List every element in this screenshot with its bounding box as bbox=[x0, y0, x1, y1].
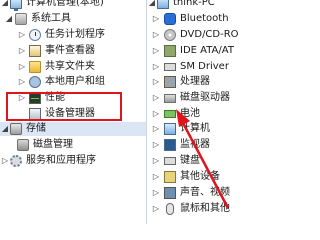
expand-toggle[interactable]: ▷ bbox=[151, 11, 161, 27]
tree-item-label: 共享文件夹 bbox=[45, 61, 95, 72]
expand-toggle[interactable]: ▷ bbox=[151, 201, 161, 217]
device-category-mice[interactable]: ▷ 鼠标和其他 bbox=[147, 201, 239, 217]
tree-item-label: 键盘 bbox=[180, 155, 200, 166]
tree-item-computer-management[interactable]: ◢ 计算机管理(本地) bbox=[0, 0, 146, 11]
collapse-toggle[interactable]: ◢ bbox=[147, 0, 157, 11]
expand-toggle[interactable]: ▷ bbox=[17, 59, 27, 75]
tree-item-think-pc[interactable]: ◢ think-PC bbox=[147, 0, 239, 11]
tree-item-local-users-groups[interactable]: ▷ 本地用户和组 bbox=[0, 74, 146, 90]
tree-item-label: IDE ATA/AT bbox=[180, 45, 234, 56]
expand-toggle[interactable]: ▷ bbox=[151, 43, 161, 59]
tree-item-label: 存储 bbox=[26, 123, 46, 134]
expand-toggle[interactable]: ▷ bbox=[151, 59, 161, 75]
tree-item-label: 系统工具 bbox=[31, 13, 71, 24]
device-tree-pane: ◢ think-PC ▷ Bluetooth ▷ DVD/CD-RO ▷ IDE… bbox=[146, 0, 239, 224]
monitor-icon bbox=[164, 139, 176, 151]
expand-toggle[interactable]: ▷ bbox=[17, 74, 27, 90]
expand-toggle[interactable]: ▷ bbox=[151, 90, 161, 106]
device-category-disk-drives[interactable]: ▷ 磁盘驱动器 bbox=[147, 90, 239, 106]
tree-item-label: 磁盘驱动器 bbox=[180, 92, 230, 103]
collapse-toggle[interactable]: ◢ bbox=[0, 121, 10, 137]
computer-icon bbox=[10, 0, 22, 11]
collapse-toggle[interactable]: ◢ bbox=[4, 11, 14, 27]
expand-toggle[interactable]: ▷ bbox=[151, 153, 161, 169]
bluetooth-icon bbox=[164, 13, 176, 25]
expand-toggle[interactable]: ▷ bbox=[17, 27, 27, 43]
tree-item-label: Bluetooth bbox=[180, 13, 229, 24]
tree-item-services-applications[interactable]: ▷ 服务和应用程序 bbox=[0, 153, 146, 169]
device-category-sm-driver[interactable]: ▷ SM Driver bbox=[147, 59, 239, 75]
expand-toggle[interactable]: ▷ bbox=[151, 27, 161, 43]
disk-drive-icon bbox=[164, 94, 176, 103]
expand-toggle[interactable]: ▷ bbox=[17, 43, 27, 59]
tree-item-label: 电池 bbox=[180, 108, 200, 119]
console-tree-pane: ◢ 计算机管理(本地) ◢ 系统工具 ▷ 任务计划程序 ▷ 事件查看器 ▷ 共享… bbox=[0, 0, 146, 224]
toolbox-icon bbox=[15, 13, 27, 25]
device-category-bluetooth[interactable]: ▷ Bluetooth bbox=[147, 11, 239, 27]
processor-icon bbox=[164, 76, 176, 88]
expand-toggle[interactable]: ▷ bbox=[151, 74, 161, 90]
tree-item-label: 事件查看器 bbox=[45, 45, 95, 56]
computer-icon bbox=[157, 0, 169, 9]
tree-item-label: SM Driver bbox=[180, 61, 229, 72]
services-icon bbox=[10, 155, 22, 167]
expand-toggle[interactable]: ▷ bbox=[151, 106, 161, 122]
mouse-icon bbox=[166, 203, 174, 215]
expand-toggle[interactable]: ▷ bbox=[151, 137, 161, 153]
tree-item-system-tools[interactable]: ◢ 系统工具 bbox=[0, 11, 146, 27]
tree-item-label: 鼠标和其他 bbox=[180, 203, 230, 214]
tree-item-storage[interactable]: ◢ 存储 bbox=[0, 121, 146, 137]
computer-icon bbox=[164, 123, 176, 135]
device-category-battery[interactable]: ▷ 电池 bbox=[147, 106, 239, 122]
device-category-computer[interactable]: ▷ 计算机 bbox=[147, 121, 239, 137]
sound-icon bbox=[164, 187, 176, 199]
tree-item-label: 磁盘管理 bbox=[33, 139, 73, 150]
tree-item-label: 本地用户和组 bbox=[45, 76, 105, 87]
clock-icon bbox=[29, 29, 41, 41]
device-category-keyboards[interactable]: ▷ 键盘 bbox=[147, 153, 239, 169]
tree-item-shared-folders[interactable]: ▷ 共享文件夹 bbox=[0, 59, 146, 75]
device-category-monitors[interactable]: ▷ 监视器 bbox=[147, 137, 239, 153]
disk-icon bbox=[17, 139, 29, 151]
expand-toggle[interactable]: ▷ bbox=[151, 185, 161, 201]
tree-item-label: 任务计划程序 bbox=[45, 29, 105, 40]
other-devices-icon bbox=[164, 171, 176, 183]
tree-item-label: 声音、视频 bbox=[180, 187, 230, 198]
battery-icon bbox=[164, 110, 176, 118]
tree-item-label: 计算机 bbox=[180, 123, 210, 134]
tree-item-label: 计算机管理(本地) bbox=[26, 0, 104, 8]
expand-toggle[interactable]: ▷ bbox=[151, 121, 161, 137]
device-category-dvd[interactable]: ▷ DVD/CD-RO bbox=[147, 27, 239, 43]
dvd-drive-icon bbox=[164, 29, 176, 41]
storage-icon bbox=[10, 123, 22, 135]
tree-item-label: 服务和应用程序 bbox=[26, 155, 96, 166]
expand-toggle[interactable]: ▷ bbox=[151, 169, 161, 185]
shared-folder-icon bbox=[29, 61, 41, 73]
device-category-processor[interactable]: ▷ 处理器 bbox=[147, 74, 239, 90]
ide-controller-icon bbox=[164, 45, 176, 57]
event-log-icon bbox=[29, 45, 41, 57]
tree-item-label: 处理器 bbox=[180, 76, 210, 87]
highlight-box bbox=[6, 92, 122, 121]
tree-item-label: DVD/CD-RO bbox=[180, 29, 239, 40]
tree-item-event-viewer[interactable]: ▷ 事件查看器 bbox=[0, 43, 146, 59]
device-category-sound-video[interactable]: ▷ 声音、视频 bbox=[147, 185, 239, 201]
tree-item-disk-management[interactable]: 磁盘管理 bbox=[0, 137, 146, 153]
users-icon bbox=[29, 76, 41, 88]
collapse-toggle[interactable]: ◢ bbox=[0, 0, 10, 11]
expand-toggle[interactable]: ▷ bbox=[0, 153, 10, 169]
device-category-ide[interactable]: ▷ IDE ATA/AT bbox=[147, 43, 239, 59]
tree-item-label: think-PC bbox=[173, 0, 215, 8]
tree-item-task-scheduler[interactable]: ▷ 任务计划程序 bbox=[0, 27, 146, 43]
keyboard-icon bbox=[164, 157, 176, 165]
keyboard-icon bbox=[164, 63, 176, 71]
tree-item-label: 其他设备 bbox=[180, 171, 220, 182]
device-category-other-devices[interactable]: ▷ 其他设备 bbox=[147, 169, 239, 185]
tree-item-label: 监视器 bbox=[180, 139, 210, 150]
